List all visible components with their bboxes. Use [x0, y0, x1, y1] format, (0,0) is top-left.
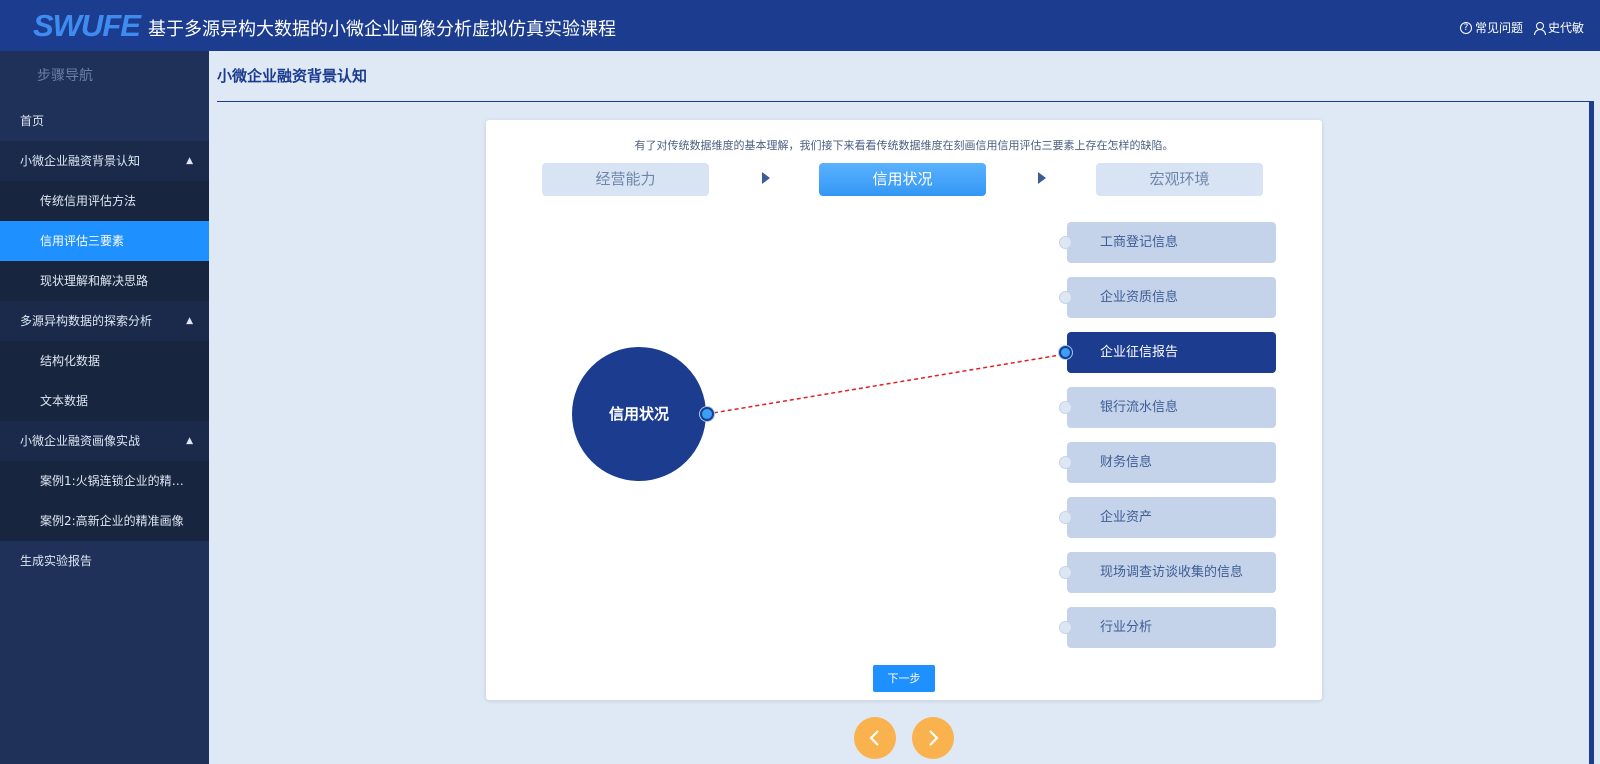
sidebar-item-home[interactable]: 首页: [0, 101, 209, 141]
faq-link[interactable]: ? 常见问题: [1459, 19, 1523, 36]
item-financial-info[interactable]: 财务信息: [1059, 442, 1276, 483]
app-header: SWUFE 基于多源异构大数据的小微企业画像分析虚拟仿真实验课程 ? 常见问题 …: [0, 0, 1600, 51]
chevron-up-icon: ▲: [186, 156, 193, 166]
chevron-left-icon: [869, 730, 879, 746]
circle-connector-dot: [700, 407, 714, 421]
sidebar-item-report[interactable]: 生成实验报告: [0, 541, 209, 581]
page-title: 小微企业融资背景认知: [217, 67, 368, 85]
connector-dot: [1059, 291, 1072, 304]
tab-business-capability[interactable]: 经营能力: [542, 163, 709, 196]
chevron-up-icon: ▲: [186, 436, 193, 446]
sidebar-item-traditional-credit[interactable]: 传统信用评估方法: [0, 181, 209, 221]
sidebar-item-case2[interactable]: 案例2:高新企业的精准画像: [0, 501, 209, 541]
item-field-survey[interactable]: 现场调查访谈收集的信息: [1059, 552, 1276, 593]
item-business-registration[interactable]: 工商登记信息: [1059, 222, 1276, 263]
content-card: 有了对传统数据维度的基本理解，我们接下来看看传统数据维度在刻画信用信用评估三要素…: [486, 120, 1322, 700]
sidebar-item-case1[interactable]: 案例1:火锅连锁企业的精准画像: [0, 461, 209, 501]
header-actions: ? 常见问题 史代敏: [1459, 19, 1584, 36]
item-credit-report[interactable]: 企业征信报告: [1059, 332, 1276, 373]
question-icon: ?: [1459, 21, 1472, 34]
item-label: 企业资产: [1100, 510, 1153, 525]
sidebar-item-text-data[interactable]: 文本数据: [0, 381, 209, 421]
sidebar-group-label: 小微企业融资画像实战: [20, 434, 141, 448]
credit-status-node: 信用状况: [572, 347, 706, 481]
sidebar-group-label: 多源异构数据的探索分析: [20, 314, 153, 328]
item-label: 银行流水信息: [1100, 400, 1179, 415]
item-assets[interactable]: 企业资产: [1059, 497, 1276, 538]
item-label: 行业分析: [1100, 620, 1153, 635]
item-label: 财务信息: [1100, 455, 1153, 470]
app-title: 基于多源异构大数据的小微企业画像分析虚拟仿真实验课程: [148, 19, 616, 40]
faq-label: 常见问题: [1474, 21, 1523, 35]
item-label: 企业征信报告: [1100, 345, 1179, 360]
user-name: 史代敏: [1547, 21, 1584, 35]
swufe-logo: SWUFE: [33, 8, 141, 43]
next-step-button[interactable]: 下一步: [873, 665, 935, 692]
sidebar-title: 步骤导航: [37, 68, 93, 84]
prev-page-button[interactable]: [854, 717, 896, 759]
intro-text: 有了对传统数据维度的基本理解，我们接下来看看传统数据维度在刻画信用信用评估三要素…: [634, 139, 1174, 152]
connector-dot: [1059, 511, 1072, 524]
tab-credit-status[interactable]: 信用状况: [819, 163, 986, 196]
user-menu[interactable]: 史代敏: [1533, 19, 1584, 36]
item-label: 企业资质信息: [1100, 290, 1179, 305]
sidebar-item-structured-data[interactable]: 结构化数据: [0, 341, 209, 381]
item-label: 现场调查访谈收集的信息: [1100, 565, 1244, 580]
connector-dot: [1059, 621, 1072, 634]
title-divider: [217, 101, 1594, 102]
sidebar-group-practice[interactable]: 小微企业融资画像实战 ▲: [0, 421, 209, 461]
play-arrow-icon: [762, 172, 770, 184]
play-arrow-icon: [1038, 172, 1046, 184]
item-bank-statements[interactable]: 银行流水信息: [1059, 387, 1276, 428]
sidebar-item-status-solution[interactable]: 现状理解和解决思路: [0, 261, 209, 301]
item-qualification[interactable]: 企业资质信息: [1059, 277, 1276, 318]
scrollbar[interactable]: [1589, 101, 1594, 764]
user-icon: [1533, 21, 1546, 35]
connector-dot: [1059, 566, 1072, 579]
chevron-up-icon: ▲: [186, 316, 193, 326]
sidebar-item-three-elements[interactable]: 信用评估三要素: [0, 221, 209, 261]
connector-dot: [1059, 346, 1072, 359]
step-navigation-sidebar: 步骤导航 首页 小微企业融资背景认知 ▲ 传统信用评估方法 信用评估三要素 现状…: [0, 51, 209, 764]
item-industry-analysis[interactable]: 行业分析: [1059, 607, 1276, 648]
tab-macro-environment[interactable]: 宏观环境: [1096, 163, 1263, 196]
connector-dot: [1059, 456, 1072, 469]
sidebar-group-label: 小微企业融资背景认知: [20, 154, 141, 168]
sidebar-group-data-analysis[interactable]: 多源异构数据的探索分析 ▲: [0, 301, 209, 341]
sidebar-group-background[interactable]: 小微企业融资背景认知 ▲: [0, 141, 209, 181]
chevron-right-icon: [929, 730, 939, 746]
connector-dot: [1059, 401, 1072, 414]
item-label: 工商登记信息: [1100, 235, 1179, 250]
next-page-button[interactable]: [912, 717, 954, 759]
connector-dot: [1059, 236, 1072, 249]
